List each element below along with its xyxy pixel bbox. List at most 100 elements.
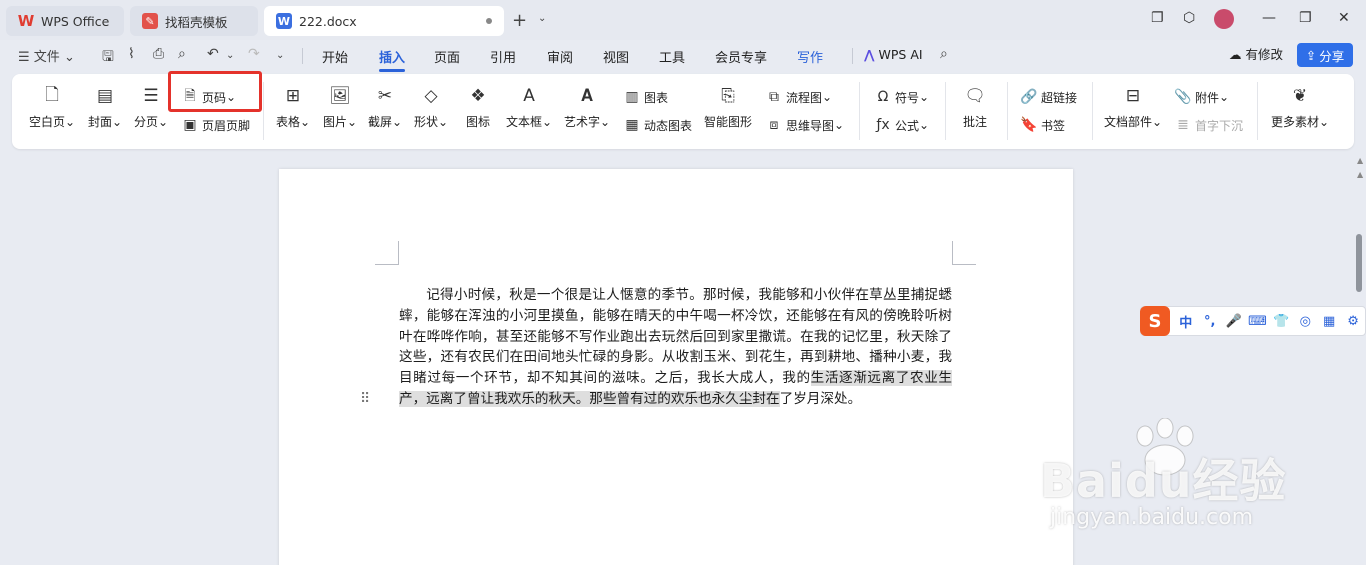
smart-shape-icon: ⎘	[721, 86, 735, 106]
page-break-button[interactable]: ☰ 分页⌄	[134, 84, 168, 130]
menu-page[interactable]: 页面	[434, 47, 460, 66]
drop-cap-button[interactable]: ≣ 首字下沉	[1174, 116, 1243, 134]
grid-icon[interactable]: ▦	[1317, 309, 1341, 333]
body-paragraph[interactable]: 记得小时候，秋是一个很是让人惬意的季节。那时候，我能够和小伙伴在草丛里捕捉蟋蟀，…	[399, 285, 953, 410]
document-page[interactable]: ⠿ 记得小时候，秋是一个很是让人惬意的季节。那时候，我能够和小伙伴在草丛里捕捉蟋…	[279, 169, 1073, 565]
menu-start[interactable]: 开始	[322, 47, 348, 66]
menu-insert[interactable]: 插入	[379, 47, 405, 66]
bookmark-icon: 🔖	[1020, 117, 1038, 133]
flowchart-label: 流程图	[786, 90, 823, 105]
file-menu-label: 文件	[33, 50, 60, 65]
menu-reference[interactable]: 引用	[490, 47, 516, 66]
scrollbar-thumb[interactable]	[1356, 234, 1362, 292]
symbol-button[interactable]: Ω 符号 ⌄	[874, 88, 929, 106]
paperclip-icon: 📎	[1174, 89, 1192, 105]
wordart-button[interactable]: 𝐀 艺术字⌄	[564, 84, 610, 130]
menu-write[interactable]: 写作	[797, 47, 823, 66]
ime-mode[interactable]: 中	[1174, 309, 1198, 333]
blank-page-button[interactable]: 🗋 空白页⌄	[29, 84, 75, 130]
cloud-icon: ☁	[1229, 47, 1242, 62]
watermark-url: jingyan.baidu.com	[1050, 505, 1254, 530]
tab-daoke-template[interactable]: ✎ 找稻壳模板	[130, 6, 258, 36]
smart-shape-label: 智能图形	[704, 115, 753, 129]
menu-review[interactable]: 审阅	[547, 47, 573, 66]
drag-handle-icon[interactable]: ⠿	[360, 391, 370, 407]
share-button[interactable]: ⇪ 分享	[1297, 43, 1353, 67]
redo-icon[interactable]: ↷	[248, 46, 260, 62]
modified-label: 有修改	[1245, 47, 1283, 62]
hyperlink-label: 超链接	[1041, 90, 1078, 105]
picture-button[interactable]: 🖼 图片⌄	[323, 84, 357, 130]
scroll-up-icon[interactable]: ▲	[1357, 156, 1363, 165]
divider	[859, 82, 860, 140]
tab-document[interactable]: W 222.docx	[264, 6, 504, 36]
keyboard-icon[interactable]: ⌨	[1246, 309, 1270, 333]
robot-icon[interactable]: ◎	[1293, 309, 1317, 333]
wps-ai-button[interactable]: ⋀ WPS AI	[864, 47, 923, 62]
print-icon[interactable]: ⎙	[153, 46, 164, 62]
print-preview-icon[interactable]: ⌕	[178, 46, 186, 62]
ime-toolbar[interactable]: S 中 °, 🎤 ⌨ 👕 ◎ ▦ ⚙	[1140, 306, 1366, 336]
vertical-scrollbar[interactable]: ▲ ▲	[1354, 156, 1366, 565]
modified-button[interactable]: ☁ 有修改	[1229, 44, 1283, 63]
chart-button[interactable]: ▥ 图表	[623, 88, 668, 106]
drop-cap-icon: ≣	[1177, 117, 1189, 133]
page-break-label: 分页	[134, 115, 159, 129]
punctuation-icon[interactable]: °,	[1198, 309, 1222, 333]
save-icon[interactable]: 🖫	[102, 46, 114, 70]
doc-parts-button[interactable]: ⊟ 文档部件⌄	[1104, 84, 1162, 130]
settings-icon[interactable]: ⚙	[1341, 309, 1365, 333]
menu-view[interactable]: 视图	[603, 47, 629, 66]
bookmark-label: 书签	[1041, 118, 1066, 133]
page-break-icon: ☰	[143, 86, 159, 106]
microphone-icon[interactable]: 🎤	[1222, 309, 1246, 333]
brush-icon[interactable]: ⌇	[128, 46, 135, 62]
dynamic-chart-label: 动态图表	[644, 118, 693, 133]
file-menu[interactable]: ☰ 文件 ⌄	[18, 46, 75, 65]
divider	[852, 48, 853, 64]
bookmark-button[interactable]: 🔖 书签	[1020, 116, 1065, 134]
minimize-icon[interactable]: —	[1262, 10, 1276, 26]
symbol-label: 符号	[895, 90, 920, 105]
blank-page-label: 空白页	[29, 115, 66, 129]
cube-icon[interactable]: ⬡	[1183, 10, 1195, 26]
textbox-button[interactable]: A 文本框⌄	[506, 84, 552, 130]
textbox-icon: A	[523, 86, 535, 106]
undo-icon[interactable]: ↶	[207, 46, 219, 62]
skin-icon[interactable]: 👕	[1269, 309, 1293, 333]
tab-list-icon[interactable]: ❐	[1151, 10, 1164, 26]
table-button[interactable]: ⊞ 表格⌄	[276, 84, 310, 130]
chevron-down-icon[interactable]: ⌄	[538, 13, 546, 24]
materials-icon: ❦	[1292, 86, 1308, 106]
unsaved-dot-icon[interactable]	[486, 18, 492, 24]
restore-icon[interactable]: ❐	[1299, 10, 1312, 26]
cover-button[interactable]: ▤ 封面⌄	[88, 84, 122, 130]
new-tab-icon[interactable]: +	[512, 10, 527, 31]
header-footer-icon: ▣	[183, 117, 197, 133]
undo-chevron-icon[interactable]: ⌄	[226, 50, 234, 61]
comment-button[interactable]: 🗨 批注	[963, 84, 987, 130]
menu-tools[interactable]: 工具	[659, 47, 685, 66]
mindmap-button[interactable]: ⧈ 思维导图 ⌄	[765, 116, 845, 134]
scroll-up-icon[interactable]: ▲	[1357, 170, 1363, 179]
hyperlink-button[interactable]: 🔗 超链接	[1020, 88, 1077, 106]
more-chevron-icon[interactable]: ⌄	[276, 50, 284, 61]
table-label: 表格	[276, 115, 301, 129]
shape-button[interactable]: ◇ 形状⌄	[414, 84, 448, 130]
search-icon[interactable]: ⌕	[940, 46, 948, 62]
icon-button[interactable]: ❖ 图标	[466, 84, 490, 130]
more-materials-button[interactable]: ❦ 更多素材⌄	[1271, 84, 1329, 130]
close-icon[interactable]: ✕	[1338, 10, 1350, 26]
smart-shape-button[interactable]: ⎘ 智能图形	[704, 84, 752, 130]
menu-member[interactable]: 会员专享	[715, 47, 767, 66]
flowchart-button[interactable]: ⧉ 流程图 ⌄	[765, 88, 832, 106]
screenshot-button[interactable]: ✂ 截屏⌄	[368, 84, 402, 130]
formula-button[interactable]: ƒx 公式 ⌄	[874, 116, 929, 134]
dynamic-chart-icon: ▦	[625, 117, 639, 133]
dynamic-chart-button[interactable]: ▦ 动态图表	[623, 116, 692, 134]
attachment-button[interactable]: 📎 附件 ⌄	[1174, 88, 1229, 106]
tab-wps-office[interactable]: W WPS Office	[6, 6, 124, 36]
avatar[interactable]	[1214, 9, 1234, 29]
header-footer-button[interactable]: ▣ 页眉页脚	[181, 116, 250, 134]
menu-bar: ☰ 文件 ⌄ 🖫 ⌇ ⎙ ⌕ ↶ ⌄ ↷ ⌄ 开始 插入 页面 引用 审阅 视图…	[0, 40, 1366, 72]
